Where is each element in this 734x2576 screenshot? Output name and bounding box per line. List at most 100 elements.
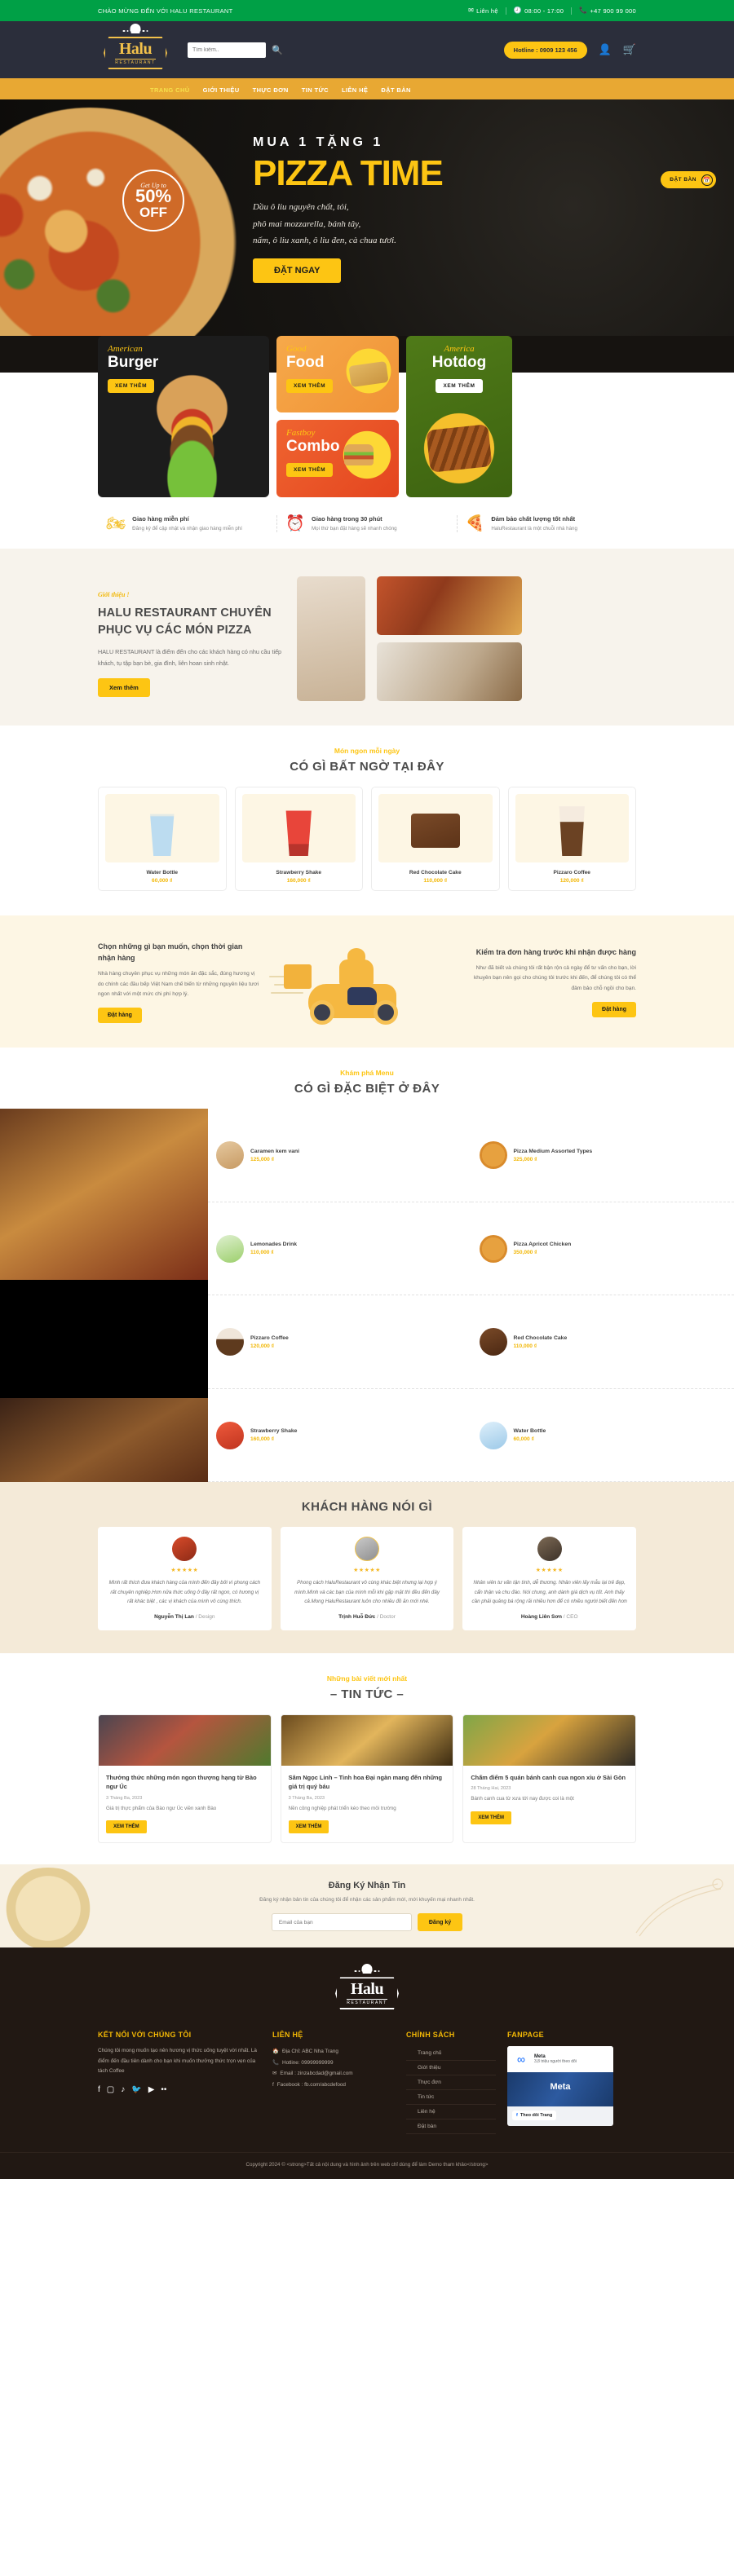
promo-button-combo[interactable]: XEM THÊM	[286, 462, 334, 477]
promo-card-burger[interactable]: American Burger XEM THÊM	[98, 336, 269, 497]
feature-desc: HaluRestaurant là một chuỗi nhà hàng	[491, 526, 577, 532]
newsletter-email-input[interactable]	[271, 1913, 412, 1932]
footer-facebook[interactable]: f Facebook : fb.com/abcdefood	[272, 2080, 395, 2090]
news-read-more-button[interactable]: XEM THÊM	[106, 1820, 147, 1834]
testimonial-author-name: Nguyễn Thị Lan	[154, 1613, 194, 1620]
hero-cta-button[interactable]: ĐẶT NGAY	[253, 258, 342, 284]
footer-link-dat-ban[interactable]: Đặt bàn	[406, 2119, 496, 2135]
promo-col-right: America Hotdog XEM THÊM	[406, 336, 512, 497]
logo-link[interactable]: Halu RESTAURANT	[98, 24, 173, 71]
menu-item[interactable]: Pizza Medium Assorted Types 325,000 ₫	[471, 1109, 734, 1202]
nav-item-trang-chu[interactable]: TRANG CHỦ	[150, 86, 190, 94]
news-card[interactable]: Thưởng thức những món ngon thượng hạng t…	[98, 1714, 272, 1844]
news-card[interactable]: Chấm điểm 5 quán bánh canh cua ngon xỉu …	[462, 1714, 637, 1844]
feature-30-minutes: ⏰ Giao hàng trong 30 phút Mọi thứ bạn đặ…	[277, 515, 458, 533]
product-price: 120,000 ₫	[559, 878, 584, 884]
fanpage-follow-label: Theo dõi Trang	[520, 2113, 553, 2119]
product-card[interactable]: Water Bottle 60,000 ₫	[98, 787, 227, 892]
menu-item[interactable]: Red Chocolate Cake 110,000 ₫	[471, 1295, 734, 1389]
nav-item-gioi-thieu[interactable]: GIỚI THIỆU	[203, 86, 240, 94]
menu-item[interactable]: Lemonades Drink 110,000 ₫	[208, 1202, 471, 1296]
news-read-more-button[interactable]: XEM THÊM	[288, 1820, 329, 1834]
news-read-more-button[interactable]: XEM THÊM	[471, 1811, 512, 1824]
footer-link-thuc-don[interactable]: Thực đơn	[406, 2075, 496, 2091]
testimonial-author-name: Trịnh Huỗ Đức	[338, 1613, 376, 1620]
product-card[interactable]: Pizzaro Coffee 120,000 ₫	[507, 787, 636, 892]
twitter-icon[interactable]: 🐦	[131, 2085, 141, 2094]
promo-card-hotdog[interactable]: America Hotdog XEM THÊM	[406, 336, 512, 497]
testimonial-author-role: / Doctor	[377, 1613, 396, 1620]
footer-link-trang-chu[interactable]: Trang chủ	[406, 2046, 496, 2062]
order-banner-row: Chọn những gì bạn muốn, chọn thời gian n…	[98, 938, 636, 1026]
testimonial-author: Nguyễn Thị Lan / Design	[107, 1614, 263, 1620]
promo-col-left: American Burger XEM THÊM	[98, 336, 269, 497]
footer-email[interactable]: ✉ Email : zinzabcdad@gmail.com	[272, 2068, 395, 2079]
top-hours-label: 08:00 - 17:00	[524, 7, 564, 15]
product-price: 110,000 ₫	[423, 878, 448, 884]
top-contact-link[interactable]: ✉ Liên hệ	[461, 7, 506, 15]
hero-title: PIZZA TIME	[253, 153, 444, 193]
menu-item[interactable]: Pizza Apricot Chicken 350,000 ₫	[471, 1202, 734, 1296]
facebook-page-widget[interactable]: ∞ Meta 3,8 triệu người theo dõi Meta f T…	[507, 2046, 613, 2127]
cart-icon[interactable]: 🛒	[623, 43, 636, 56]
about-cta-button[interactable]: Xem thêm	[98, 677, 150, 697]
newsletter-section: Đăng Ký Nhận Tin Đăng ký nhận bản tin củ…	[0, 1864, 734, 1948]
news-title: – TIN TỨC –	[329, 1687, 405, 1701]
promo-button-burger[interactable]: XEM THÊM	[108, 378, 155, 393]
instagram-icon[interactable]: ▢	[107, 2085, 114, 2094]
nav-item-tin-tuc[interactable]: TIN TỨC	[302, 86, 329, 94]
facebook-icon: f	[516, 2113, 518, 2119]
order-right-button[interactable]: Đặt hàng	[592, 1001, 636, 1017]
fanpage-follow-button[interactable]: f Theo dõi Trang	[512, 2111, 557, 2121]
menu-item[interactable]: Water Bottle 60,000 ₫	[471, 1389, 734, 1483]
product-price: 60,000 ₫	[152, 878, 173, 884]
tiktok-icon[interactable]: ♪	[121, 2085, 125, 2094]
footer-link-gioi-thieu[interactable]: Giới thiệu	[406, 2061, 496, 2076]
promo-card-combo[interactable]: Fastboy Combo XEM THÊM	[276, 420, 399, 497]
top-phone[interactable]: 📞 +47 900 99 000	[572, 7, 636, 15]
promo-button-food[interactable]: XEM THÊM	[286, 378, 334, 393]
facebook-icon: f	[272, 2081, 274, 2088]
menu-item[interactable]: Pizzaro Coffee 120,000 ₫	[208, 1295, 471, 1389]
menu-item[interactable]: Caramen kem vani 125,000 ₫	[208, 1109, 471, 1202]
promo-card-food[interactable]: Good Food XEM THÊM	[276, 336, 399, 412]
news-grid: Thưởng thức những món ngon thượng hạng t…	[98, 1714, 637, 1844]
footer-email-text: Email : zinzabcdad@gmail.com	[280, 2071, 353, 2077]
youtube-icon[interactable]: ▶	[148, 2085, 155, 2094]
hotline-button[interactable]: Hotline : 0909 123 456	[503, 41, 587, 59]
newsletter-submit-button[interactable]: Đăng ký	[417, 1913, 463, 1932]
avatar	[537, 1537, 562, 1562]
footer-link-lien-he[interactable]: Liên hệ	[406, 2105, 496, 2120]
hero-description: Dầu ô liu nguyên chất, tỏi, phô mai mozz…	[253, 199, 443, 249]
user-icon[interactable]: 👤	[599, 43, 612, 56]
hero-pizza-image	[0, 108, 237, 336]
strawberry-shake-icon	[285, 810, 312, 857]
news-card[interactable]: Sâm Ngọc Linh – Tinh hoa Đại ngàn mang đ…	[280, 1714, 454, 1844]
search-icon[interactable]: 🔍	[272, 45, 283, 55]
promo-button-hotdog[interactable]: XEM THÊM	[436, 378, 483, 393]
menu-item[interactable]: Strawberry Shake 160,000 ₫	[208, 1389, 471, 1483]
nav-item-dat-ban[interactable]: ĐẶT BÀN	[381, 86, 411, 94]
menu-item-price: 120,000 ₫	[250, 1343, 275, 1349]
menu-item-name: Pizza Medium Assorted Types	[513, 1148, 593, 1154]
caramen-icon	[216, 1141, 244, 1170]
product-card[interactable]: Red Chocolate Cake 110,000 ₫	[371, 787, 500, 892]
order-left-button[interactable]: Đặt hàng	[98, 1007, 142, 1023]
nav-item-thuc-don[interactable]: THỰC ĐƠN	[253, 86, 289, 94]
search-input[interactable]	[188, 42, 266, 58]
nav-item-lien-he[interactable]: LIÊN HỆ	[342, 86, 368, 94]
hero-banner: Get Up to 50% OFF MUA 1 TẶNG 1 PIZZA TIM…	[0, 99, 734, 336]
floating-book-table-button[interactable]: ĐẶT BÀN 📅	[661, 171, 716, 188]
product-card[interactable]: Strawberry Shake 160,000 ₫	[234, 787, 363, 892]
order-left-text: Nhà hàng chuyên phục vụ những món ăn đặc…	[98, 971, 259, 997]
news-thumbnail	[99, 1714, 271, 1766]
footer-logo[interactable]: Halu RESTAURANT	[0, 1964, 734, 2011]
feature-title: Đảm bảo chất lượng tốt nhất	[491, 515, 576, 523]
copyright: Copyright 2024 © <strong>Tất cả nội dung…	[0, 2152, 734, 2179]
zalo-icon[interactable]: ••	[161, 2085, 166, 2094]
chef-hat-icon	[354, 1964, 380, 1974]
facebook-icon[interactable]: f	[98, 2085, 100, 2094]
footer-hotline[interactable]: 📞 Hotline: 09999999999	[272, 2058, 395, 2068]
products-header: Món ngon mỗi ngày CÓ GÌ BẤT NGỜ TẠI ĐÂY	[98, 726, 636, 787]
footer-link-tin-tuc[interactable]: Tin tức	[406, 2090, 496, 2106]
